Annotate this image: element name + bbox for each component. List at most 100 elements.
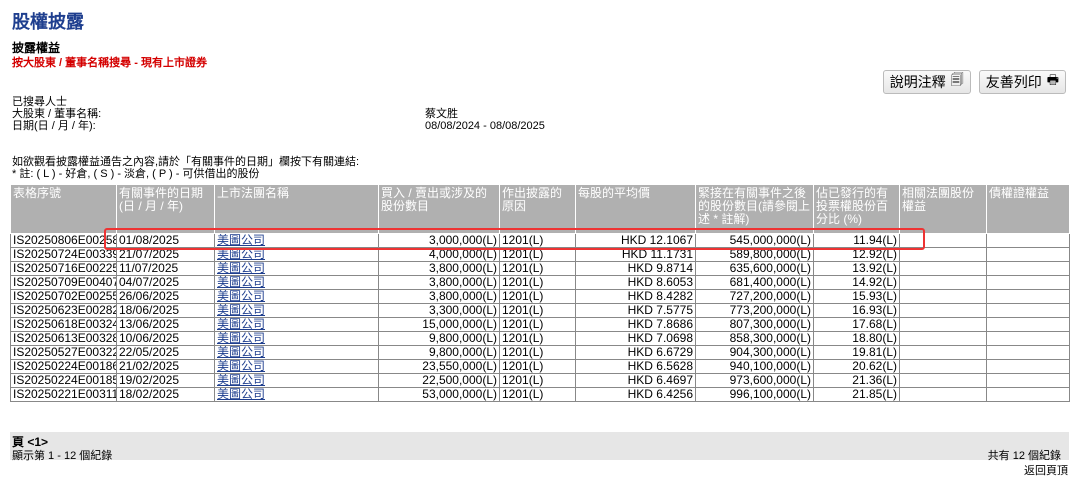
company-name-link[interactable]: 美圖公司 bbox=[214, 331, 379, 346]
company-name-link[interactable]: 美圖公司 bbox=[214, 373, 379, 388]
form-serial-cell: IS20250618E00324 bbox=[10, 317, 117, 332]
avg-price-cell: HKD 7.5775 bbox=[575, 303, 696, 318]
page-title: 股權披露 bbox=[12, 12, 84, 33]
company-name-link[interactable]: 美圖公司 bbox=[214, 317, 379, 332]
assoc-interest-cell bbox=[899, 387, 987, 402]
avg-price-cell: HKD 7.8686 bbox=[575, 317, 696, 332]
table-row: IS20250806E00258 01/08/2025 美圖公司 3,000,000(… bbox=[10, 233, 1070, 248]
table-row: IS20250702E00255 26/06/2025 美圖公司 3,800,000(… bbox=[10, 289, 1070, 304]
shares-cell: 9,800,000(L) bbox=[378, 345, 500, 360]
note-line-1: 如欲觀看披露權益通告之內容,請於「有關事件的日期」欄按下有關連結: bbox=[12, 156, 360, 168]
notes-button[interactable]: 說明注釋 🗐 bbox=[882, 70, 971, 94]
shares-after-cell: 807,300,000(L) bbox=[695, 317, 814, 332]
form-serial-cell: IS20250709E00407 bbox=[10, 275, 117, 290]
table-row: IS20250724E00339 21/07/2025 美圖公司 4,000,000(… bbox=[10, 247, 1070, 262]
col-header: 債權證權益 bbox=[986, 184, 1070, 234]
event-date-cell: 01/08/2025 bbox=[116, 233, 215, 248]
shares-after-cell: 904,300,000(L) bbox=[695, 345, 814, 360]
holder-value: 蔡文胜 bbox=[425, 108, 458, 120]
company-name-link[interactable]: 美圖公司 bbox=[214, 303, 379, 318]
assoc-interest-cell bbox=[899, 275, 987, 290]
debenture-cell bbox=[986, 345, 1070, 360]
event-date-cell: 18/02/2025 bbox=[116, 387, 215, 402]
percent-cell: 21.85(L) bbox=[813, 387, 900, 402]
reason-cell: 1201(L) bbox=[499, 387, 576, 402]
percent-cell: 21.36(L) bbox=[813, 373, 900, 388]
company-name-link[interactable]: 美圖公司 bbox=[214, 261, 379, 276]
avg-price-cell: HKD 6.4697 bbox=[575, 373, 696, 388]
assoc-interest-cell bbox=[899, 317, 987, 332]
debenture-cell bbox=[986, 303, 1070, 318]
assoc-interest-cell bbox=[899, 359, 987, 374]
percent-cell: 18.80(L) bbox=[813, 331, 900, 346]
col-header: 作出披露的原因 bbox=[499, 184, 576, 234]
form-serial-cell: IS20250716E00225 bbox=[10, 261, 117, 276]
shares-after-cell: 589,800,000(L) bbox=[695, 247, 814, 262]
company-name-link[interactable]: 美圖公司 bbox=[214, 359, 379, 374]
avg-price-cell: HKD 6.6729 bbox=[575, 345, 696, 360]
company-name-link[interactable]: 美圖公司 bbox=[214, 247, 379, 262]
records-shown: 顯示第 1 - 12 個紀錄 bbox=[12, 450, 113, 462]
shares-after-cell: 996,100,000(L) bbox=[695, 387, 814, 402]
reason-cell: 1201(L) bbox=[499, 373, 576, 388]
table-row: IS20250623E00282 18/06/2025 美圖公司 3,300,000(… bbox=[10, 303, 1070, 318]
disclosure-table: 表格序號 有關事件的日期 (日 / 月 / 年) 上市法團名稱 買入 / 賣出或… bbox=[10, 184, 1070, 402]
company-name-link[interactable]: 美圖公司 bbox=[214, 233, 379, 248]
col-header: 上市法團名稱 bbox=[214, 184, 379, 234]
note-line-2: * 註: ( L ) - 好倉, ( S ) - 淡倉, ( P ) - 可供借… bbox=[12, 168, 260, 180]
shares-after-cell: 773,200,000(L) bbox=[695, 303, 814, 318]
event-date-cell: 18/06/2025 bbox=[116, 303, 215, 318]
shares-cell: 22,500,000(L) bbox=[378, 373, 500, 388]
avg-price-cell: HKD 8.6053 bbox=[575, 275, 696, 290]
form-serial-cell: IS20250613E00328 bbox=[10, 331, 117, 346]
event-date-cell: 26/06/2025 bbox=[116, 289, 215, 304]
percent-cell: 20.62(L) bbox=[813, 359, 900, 374]
percent-cell: 11.94(L) bbox=[813, 233, 900, 248]
document-icon: 🗐 bbox=[950, 72, 964, 87]
searched-label: 已搜尋人士 bbox=[12, 96, 67, 108]
assoc-interest-cell bbox=[899, 303, 987, 318]
event-date-cell: 11/07/2025 bbox=[116, 261, 215, 276]
shares-cell: 3,800,000(L) bbox=[378, 261, 500, 276]
table-row: IS20250224E00186 21/02/2025 美圖公司 23,550,000… bbox=[10, 359, 1070, 374]
table-row: IS20250527E00322 22/05/2025 美圖公司 9,800,000(… bbox=[10, 345, 1070, 360]
holder-label: 大股東 / 董事名稱: bbox=[12, 108, 102, 120]
table-row: IS20250613E00328 10/06/2025 美圖公司 9,800,000(… bbox=[10, 331, 1070, 346]
debenture-cell bbox=[986, 359, 1070, 374]
col-header: 表格序號 bbox=[10, 184, 117, 234]
shares-after-cell: 727,200,000(L) bbox=[695, 289, 814, 304]
table-row: IS20250716E00225 11/07/2025 美圖公司 3,800,000(… bbox=[10, 261, 1070, 276]
shares-after-cell: 940,100,000(L) bbox=[695, 359, 814, 374]
company-name-link[interactable]: 美圖公司 bbox=[214, 345, 379, 360]
form-serial-cell: IS20250221E00311 bbox=[10, 387, 117, 402]
debenture-cell bbox=[986, 247, 1070, 262]
top-buttons: 說明注釋 🗐 友善列印 🖶 bbox=[882, 70, 1066, 94]
reason-cell: 1201(L) bbox=[499, 345, 576, 360]
avg-price-cell: HKD 12.1067 bbox=[575, 233, 696, 248]
notes-button-label: 說明注釋 bbox=[889, 74, 946, 90]
form-serial-cell: IS20250702E00255 bbox=[10, 289, 117, 304]
shares-cell: 3,800,000(L) bbox=[378, 275, 500, 290]
reason-cell: 1201(L) bbox=[499, 289, 576, 304]
reason-cell: 1201(L) bbox=[499, 261, 576, 276]
debenture-cell bbox=[986, 331, 1070, 346]
avg-price-cell: HKD 6.4256 bbox=[575, 387, 696, 402]
event-date-cell: 22/05/2025 bbox=[116, 345, 215, 360]
back-to-top-link[interactable]: 返回頁頂 bbox=[1024, 462, 1068, 478]
event-date-cell: 04/07/2025 bbox=[116, 275, 215, 290]
company-name-link[interactable]: 美圖公司 bbox=[214, 387, 379, 402]
shares-cell: 4,000,000(L) bbox=[378, 247, 500, 262]
assoc-interest-cell bbox=[899, 331, 987, 346]
event-date-cell: 21/07/2025 bbox=[116, 247, 215, 262]
avg-price-cell: HKD 11.1731 bbox=[575, 247, 696, 262]
form-serial-cell: IS20250224E00185 bbox=[10, 373, 117, 388]
percent-cell: 12.92(L) bbox=[813, 247, 900, 262]
shares-cell: 15,000,000(L) bbox=[378, 317, 500, 332]
col-header: 買入 / 賣出或涉及的股份數目 bbox=[378, 184, 500, 234]
assoc-interest-cell bbox=[899, 233, 987, 248]
company-name-link[interactable]: 美圖公司 bbox=[214, 289, 379, 304]
print-button[interactable]: 友善列印 🖶 bbox=[978, 70, 1066, 94]
reason-cell: 1201(L) bbox=[499, 275, 576, 290]
percent-cell: 14.92(L) bbox=[813, 275, 900, 290]
company-name-link[interactable]: 美圖公司 bbox=[214, 275, 379, 290]
